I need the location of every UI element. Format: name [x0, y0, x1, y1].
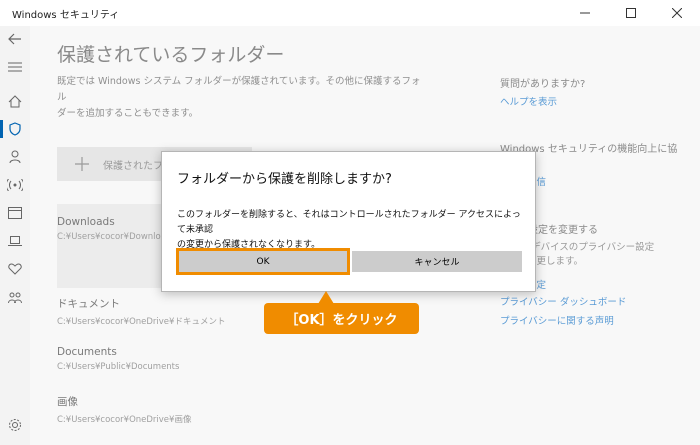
- family-icon: [8, 292, 22, 303]
- app-window: Windows セキュリティ 保護されているフォルダー 既定では Windows…: [0, 0, 700, 445]
- home-icon: [8, 94, 22, 107]
- folder-item[interactable]: Documents C:¥Users¥Public¥Documents: [57, 346, 252, 372]
- description-line: 既定では Windows システム フォルダーが保護されています。その他に保護す…: [57, 76, 421, 103]
- dialog-message: このフォルダーを削除すると、それはコントロールされたフォルダー アクセスによって…: [177, 208, 522, 253]
- folder-name: Documents: [57, 346, 117, 358]
- folder-item[interactable]: 画像 C:¥Users¥cocor¥OneDrive¥画像: [57, 394, 252, 425]
- nav-virus-protection[interactable]: [0, 120, 24, 138]
- nav-device-security[interactable]: [6, 232, 24, 250]
- nav-home[interactable]: [6, 92, 24, 110]
- nav-family[interactable]: [6, 288, 24, 306]
- folder-name: 画像: [57, 396, 78, 408]
- folder-path: C:¥Users¥cocor¥OneDrive¥画像: [57, 415, 192, 425]
- instruction-callout: ［OK］をクリック: [264, 303, 419, 334]
- nav-firewall[interactable]: [6, 176, 24, 194]
- maximize-icon: [626, 8, 636, 18]
- nav-settings[interactable]: [6, 416, 24, 434]
- privacy-dashboard-link[interactable]: プライバシー ダッシュボード: [500, 294, 626, 308]
- ok-button[interactable]: OK: [176, 248, 350, 275]
- close-button[interactable]: [654, 0, 700, 26]
- window-title: Windows セキュリティ: [12, 10, 120, 21]
- folder-path: C:¥Users¥cocor¥OneDrive¥ドキュメント: [57, 317, 226, 327]
- dialog-title: フォルダーから保護を削除しますか?: [177, 172, 392, 187]
- dialog-message-line: このフォルダーを削除すると、それはコントロールされたフォルダー アクセスによって…: [177, 210, 521, 235]
- person-icon: [9, 150, 21, 164]
- description-line: ダーを追加することもできます。: [57, 108, 199, 119]
- cancel-button[interactable]: キャンセル: [352, 251, 522, 272]
- privacy-statement-link[interactable]: プライバシーに関する声明: [500, 313, 614, 327]
- browser-window-icon: [8, 207, 22, 219]
- close-icon: [672, 8, 682, 18]
- heart-pulse-icon: [8, 263, 22, 275]
- folder-item[interactable]: ドキュメント C:¥Users¥cocor¥OneDrive¥ドキュメント: [57, 296, 252, 327]
- minimize-icon: [580, 12, 590, 14]
- back-arrow-icon: [8, 33, 21, 45]
- gear-icon: [9, 419, 21, 431]
- laptop-icon: [8, 236, 22, 246]
- minimize-button[interactable]: [562, 0, 608, 26]
- menu-button[interactable]: [6, 58, 24, 76]
- help-link[interactable]: ヘルプを表示: [500, 94, 557, 108]
- maximize-button[interactable]: [608, 0, 654, 26]
- nav-device-health[interactable]: [6, 260, 24, 278]
- nav-app-browser[interactable]: [6, 204, 24, 222]
- wireless-icon: [7, 179, 23, 191]
- nav-rail: [0, 26, 30, 445]
- confirm-remove-dialog: フォルダーから保護を削除しますか? このフォルダーを削除すると、それはコントロー…: [161, 151, 536, 292]
- folder-path: C:¥Users¥Public¥Documents: [57, 362, 180, 372]
- folder-name: ドキュメント: [57, 298, 120, 310]
- page-description: 既定では Windows システム フォルダーが保護されています。その他に保護す…: [57, 74, 427, 122]
- plus-icon: [75, 157, 89, 171]
- question-heading: 質問がありますか?: [500, 79, 586, 90]
- hamburger-icon: [8, 62, 22, 72]
- nav-account[interactable]: [6, 148, 24, 166]
- title-bar: Windows セキュリティ: [0, 0, 700, 26]
- shield-icon: [9, 122, 21, 136]
- page-title: 保護されているフォルダー: [57, 44, 285, 66]
- back-button[interactable]: [6, 30, 24, 48]
